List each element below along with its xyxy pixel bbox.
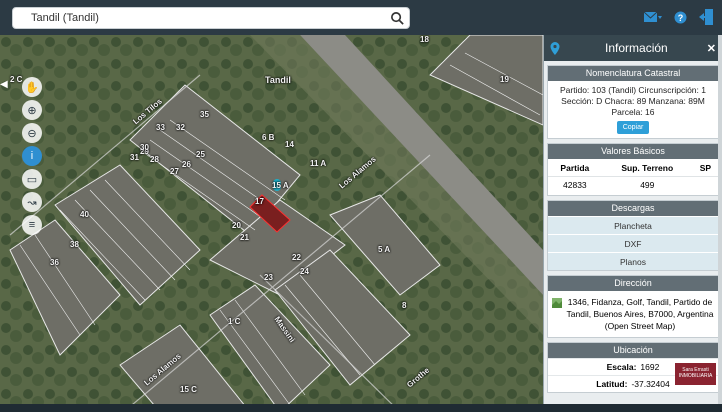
lot-label: 15 C (180, 385, 197, 394)
map-toolbar: ✋ ⊕ ⊖ i ▭ ↝ ≡ (22, 77, 44, 235)
table-cell (692, 176, 718, 195)
lot-label: 25 (196, 150, 205, 159)
route-icon[interactable]: ↝ (22, 192, 42, 212)
zoom-in-icon[interactable]: ⊕ (22, 100, 42, 120)
section-header: Nomenclatura Catastral (548, 66, 718, 81)
label-tandil: Tandil (265, 75, 291, 85)
escala-label: Escala: (606, 362, 637, 372)
latitud-label: Latitud: (596, 379, 628, 389)
valores-table: Partida Sup. Terreno SP 42833 499 (548, 159, 718, 195)
logo-text: Sara Errasti INMOBILIARIA (678, 367, 713, 379)
descargas-section: Descargas Plancheta DXF Planos (547, 200, 719, 271)
table-cell: 42833 (548, 176, 602, 195)
map-pin-icon (550, 41, 560, 55)
lot-label: 15 A (272, 181, 289, 190)
lot-label: 27 (170, 167, 179, 176)
table-row: 42833 499 (548, 176, 718, 195)
search-icon[interactable] (390, 11, 405, 26)
valores-section: Valores Básicos Partida Sup. Terreno SP … (547, 143, 719, 196)
lot-label: 1 C (228, 317, 241, 326)
lot-label: 38 (70, 240, 79, 249)
download-planos-link[interactable]: Planos (548, 252, 718, 270)
lot-label: 5 A (378, 245, 391, 254)
nomenclatura-line: Partido: 103 (Tandil) Circunscripción: 1 (560, 85, 706, 95)
latitud-value: -37.32404 (631, 379, 670, 389)
lot-label: 28 (150, 155, 159, 164)
map-thumbnail-icon[interactable] (552, 298, 562, 308)
pan-hand-icon[interactable]: ✋ (22, 77, 42, 97)
nomenclatura-section: Nomenclatura Catastral Partido: 103 (Tan… (547, 65, 719, 139)
section-header: Valores Básicos (548, 144, 718, 159)
envelope-icon[interactable] (644, 11, 662, 23)
lot-label: 30 (140, 143, 149, 152)
section-header: Dirección (548, 276, 718, 291)
info-panel: Información ✕ Nomenclatura Catastral Par… (543, 35, 722, 412)
lot-label: 19 (500, 75, 509, 84)
lot-label: 6 B (262, 133, 275, 142)
layers-icon[interactable]: ≡ (22, 215, 42, 235)
table-cell: 499 (601, 176, 693, 195)
svg-text:?: ? (678, 13, 684, 23)
address-text: 1346, Fidanza, Golf, Tandil, Partido de … (566, 297, 714, 331)
lot-label: 32 (176, 123, 185, 132)
lot-label: 18 (420, 35, 429, 44)
collapse-arrow-icon[interactable]: ◀ (0, 79, 9, 91)
zoom-out-icon[interactable]: ⊖ (22, 123, 42, 143)
lot-label: 35 (200, 110, 209, 119)
top-bar: Tandil (Tandil) ? (0, 0, 722, 35)
satellite-map[interactable] (0, 35, 543, 412)
lot-label: 20 (232, 221, 241, 230)
brand-logo: Sara Errasti INMOBILIARIA (675, 363, 716, 385)
column-header: Partida (560, 163, 590, 173)
download-dxf-link[interactable]: DXF (548, 234, 718, 252)
section-header: Descargas (548, 201, 718, 216)
bottom-strip (0, 404, 722, 412)
logout-icon[interactable] (699, 9, 714, 25)
search-input[interactable]: Tandil (Tandil) (31, 12, 99, 24)
lot-label: 31 (130, 153, 139, 162)
direccion-section: Dirección 1346, Fidanza, Golf, Tandil, P… (547, 275, 719, 338)
lot-label: 2 C (10, 75, 23, 84)
section-header: Ubicación (548, 343, 718, 358)
download-plancheta-link[interactable]: Plancheta (548, 216, 718, 234)
lot-label: 14 (285, 140, 294, 149)
lot-label: 8 (402, 301, 407, 310)
lot-label: 22 (292, 253, 301, 262)
escala-value: 1692 (640, 362, 660, 372)
close-icon[interactable]: ✕ (707, 42, 716, 55)
panel-header: Información ✕ (544, 35, 722, 61)
panel-scrollbar[interactable] (718, 35, 722, 412)
lot-label: 36 (50, 258, 59, 267)
lot-label: 33 (156, 123, 165, 132)
nomenclatura-line: Parcela: 16 (611, 107, 655, 117)
lot-label: 11 A (310, 159, 327, 168)
lot-label: 40 (80, 210, 89, 219)
lot-label: 17 (255, 197, 264, 206)
map-view[interactable]: Tandil Los Tilos Los Alamos Los Alamos M… (0, 35, 543, 412)
lot-label: 23 (264, 273, 273, 282)
search-box[interactable]: Tandil (Tandil) (12, 7, 410, 29)
column-header: Sup. Terreno (621, 163, 674, 173)
copy-button[interactable]: Copiar (616, 121, 650, 134)
nomenclatura-line: Sección: D Chacra: 89 Manzana: 89M (561, 96, 705, 106)
measure-icon[interactable]: ▭ (22, 169, 42, 189)
info-icon[interactable]: i (22, 146, 42, 166)
lot-label: 24 (300, 267, 309, 276)
panel-title: Información (605, 41, 668, 55)
lot-label: 26 (182, 160, 191, 169)
column-header: SP (699, 163, 712, 173)
lot-label: 21 (240, 233, 249, 242)
help-icon[interactable]: ? (674, 11, 687, 24)
